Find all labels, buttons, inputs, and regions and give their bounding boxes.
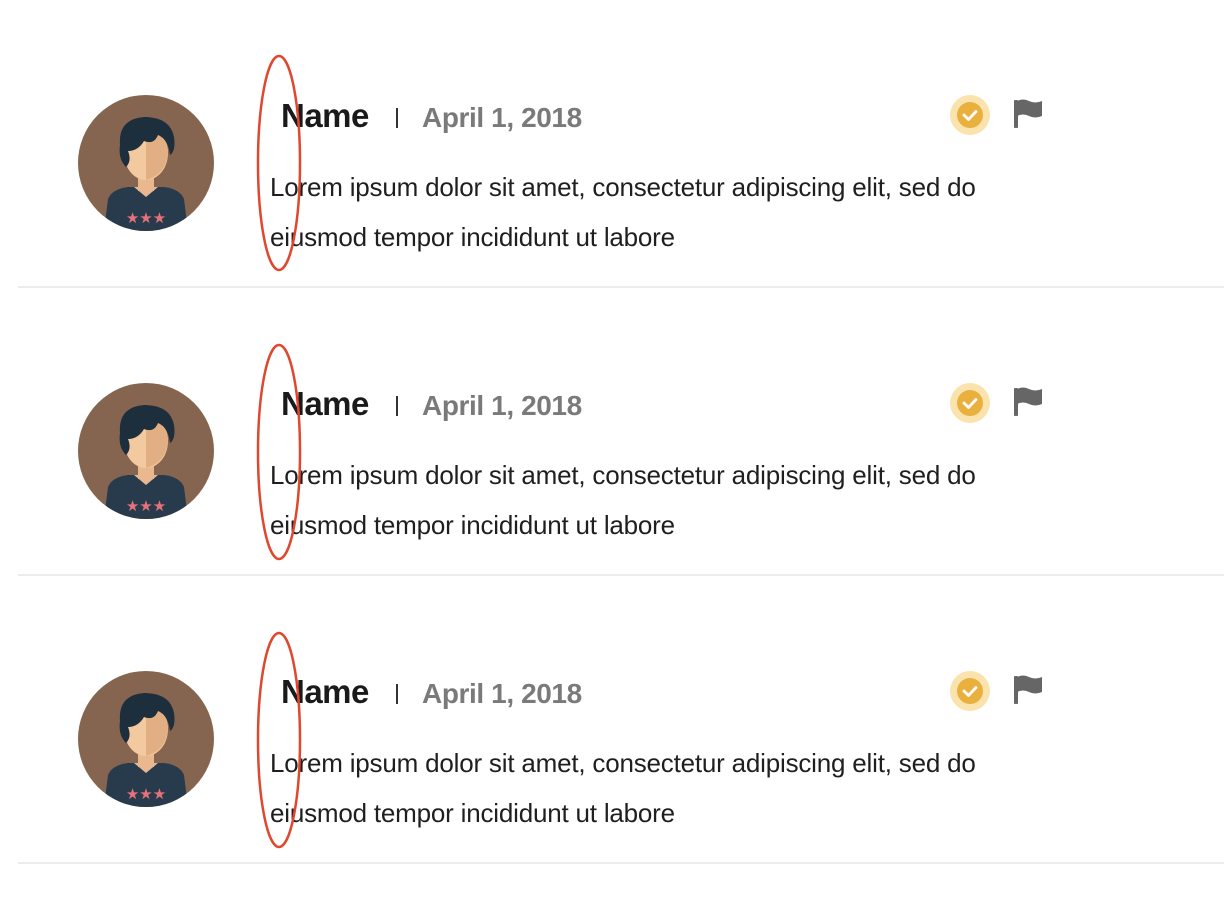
review-date: April 1, 2018: [422, 102, 582, 133]
svg-text:★★★: ★★★: [126, 497, 166, 515]
separator: [396, 108, 398, 128]
flag-icon[interactable]: [1011, 674, 1045, 706]
review-item: ★★★ Name April 1, 2018 Lorem ipsum dolor…: [0, 576, 1224, 864]
separator: [396, 396, 398, 416]
separator: [396, 684, 398, 704]
avatar: ★★★: [78, 95, 214, 231]
check-circle-icon[interactable]: [949, 94, 991, 136]
check-circle-icon[interactable]: [949, 382, 991, 424]
review-text: Lorem ipsum dolor sit amet, consectetur …: [270, 172, 976, 252]
review-item: ★★★ Name April 1, 2018 Lorem ipsum dolor…: [0, 288, 1224, 576]
avatar: ★★★: [78, 383, 214, 519]
check-circle-icon[interactable]: [949, 670, 991, 712]
avatar: ★★★: [78, 671, 214, 807]
flag-icon[interactable]: [1011, 98, 1045, 130]
review-text: Lorem ipsum dolor sit amet, consectetur …: [270, 748, 976, 828]
divider: [18, 862, 1224, 864]
svg-text:★★★: ★★★: [126, 209, 166, 227]
review-text: Lorem ipsum dolor sit amet, consectetur …: [270, 460, 976, 540]
reviewer-name: Name: [281, 97, 369, 134]
reviewer-name: Name: [281, 385, 369, 422]
reviewer-name: Name: [281, 673, 369, 710]
review-item: ★★★ Name April 1, 2018 Lorem ipsum dolor…: [0, 0, 1224, 288]
review-date: April 1, 2018: [422, 678, 582, 709]
svg-text:★★★: ★★★: [126, 785, 166, 803]
flag-icon[interactable]: [1011, 386, 1045, 418]
review-date: April 1, 2018: [422, 390, 582, 421]
